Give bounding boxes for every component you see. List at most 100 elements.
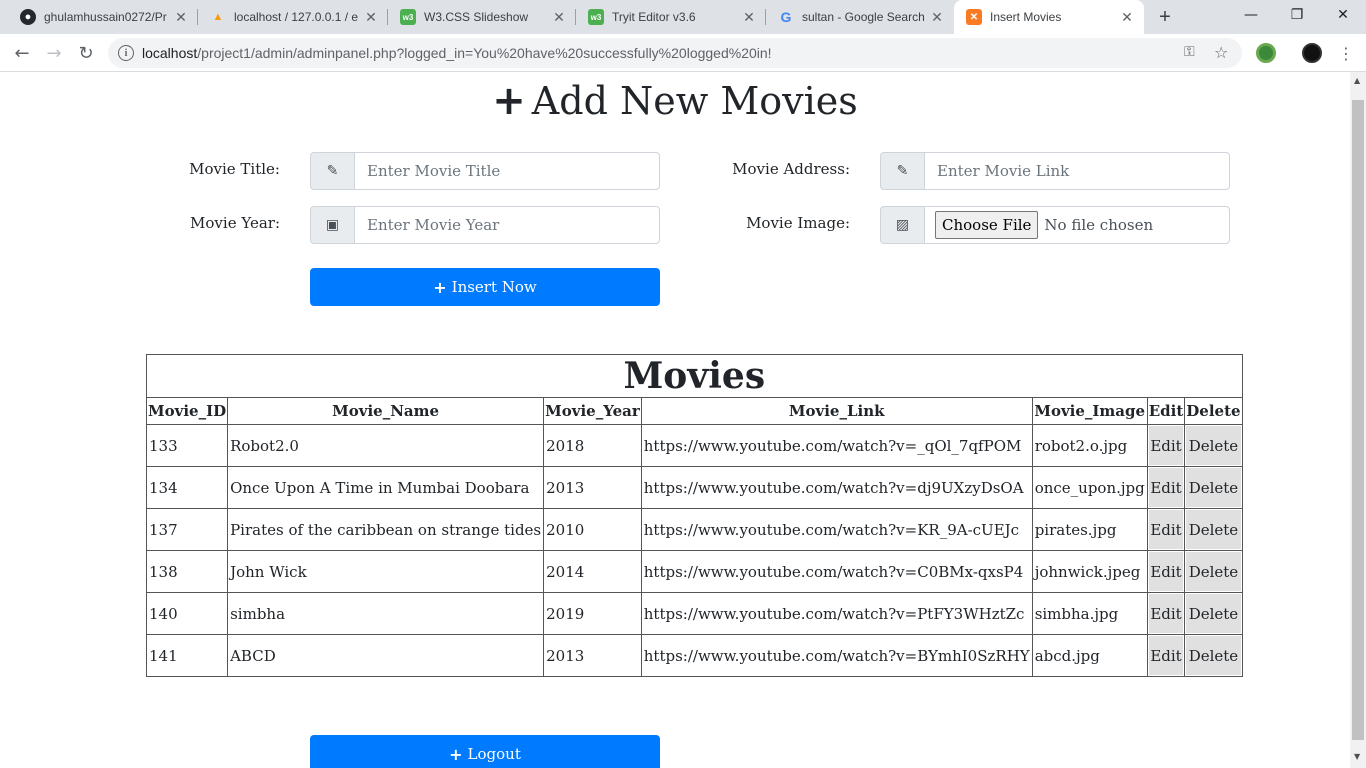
close-icon[interactable]: ✕	[928, 9, 946, 26]
close-window-button[interactable]: ✕	[1320, 0, 1366, 30]
cell-name: John Wick	[227, 550, 545, 593]
delete-button[interactable]: Delete	[1186, 594, 1241, 633]
info-icon[interactable]: i	[118, 45, 134, 61]
cell-image: abcd.jpg	[1031, 634, 1148, 677]
edit-button[interactable]: Edit	[1148, 510, 1184, 549]
cell-name: Once Upon A Time in Mumbai Doobara	[227, 466, 545, 509]
logout-button[interactable]: + Logout	[310, 735, 660, 768]
close-icon[interactable]: ✕	[740, 9, 758, 26]
table-row: 134 Once Upon A Time in Mumbai Doobara 2…	[145, 466, 1243, 509]
cell-image: robot2.o.jpg	[1031, 424, 1148, 467]
movies-table: Movies Movie_ID Movie_Name Movie_Year Mo…	[145, 354, 1243, 677]
browser-toolbar: ← → ↻ i localhost/project1/admin/adminpa…	[0, 34, 1366, 72]
scrollbar-thumb[interactable]	[1352, 100, 1364, 740]
extension-icon[interactable]	[1256, 43, 1276, 63]
browser-tab-bar: ● ghulamhussain0272/Pr ✕ ▲ localhost / 1…	[0, 0, 1366, 34]
movie-link-input[interactable]	[924, 152, 1230, 190]
menu-icon[interactable]: ⋮	[1332, 40, 1360, 66]
close-icon[interactable]: ✕	[550, 9, 568, 26]
phpmyadmin-icon: ▲	[212, 11, 224, 23]
url-path: /project1/admin/adminpanel.php?logged_in…	[197, 45, 772, 61]
tab-title: sultan - Google Search	[802, 10, 925, 24]
cell-image: pirates.jpg	[1031, 508, 1148, 551]
edit-button[interactable]: Edit	[1148, 468, 1184, 507]
movie-year-input[interactable]	[354, 206, 660, 244]
cell-link: https://www.youtube.com/watch?v=BYmhI0Sz…	[640, 634, 1033, 677]
page-title: + Add New Movies	[492, 78, 858, 124]
avatar[interactable]	[1302, 43, 1322, 63]
table-row: 140 simbha 2019 https://www.youtube.com/…	[145, 592, 1243, 635]
page-scrollbar[interactable]: ▲ ▼	[1350, 72, 1366, 768]
tab-title: W3.CSS Slideshow	[424, 10, 529, 24]
tab-google-search[interactable]: G sultan - Google Search ✕	[766, 0, 954, 34]
tab-github[interactable]: ● ghulamhussain0272/Pr ✕	[8, 0, 198, 34]
cell-link: https://www.youtube.com/watch?v=_qOl_7qf…	[640, 424, 1033, 467]
cell-year: 2018	[543, 424, 642, 467]
movie-year-group: ▣	[310, 206, 660, 244]
back-button[interactable]: ←	[8, 40, 36, 66]
header-movie-id: Movie_ID	[145, 397, 229, 425]
movie-address-label: Movie Address:	[732, 160, 850, 178]
tab-insert-movies[interactable]: ✕ Insert Movies ✕	[954, 0, 1144, 34]
reload-button[interactable]: ↻	[72, 40, 100, 66]
delete-button[interactable]: Delete	[1186, 510, 1241, 549]
cell-year: 2019	[543, 592, 642, 635]
scroll-down-icon[interactable]: ▼	[1354, 752, 1360, 761]
cell-link: https://www.youtube.com/watch?v=dj9UXzyD…	[640, 466, 1033, 509]
tab-title: ghulamhussain0272/Pr	[44, 10, 167, 24]
movie-image-file-input[interactable]: Choose File No file chosen	[924, 206, 1230, 244]
github-icon: ●	[20, 9, 36, 25]
minimize-button[interactable]: —	[1228, 0, 1274, 30]
header-delete: Delete	[1184, 397, 1243, 425]
movie-image-label: Movie Image:	[746, 214, 850, 232]
delete-button[interactable]: Delete	[1186, 636, 1241, 675]
close-icon[interactable]: ✕	[1118, 9, 1136, 26]
header-movie-name: Movie_Name	[227, 397, 545, 425]
cell-image: once_upon.jpg	[1031, 466, 1148, 509]
edit-icon: ✎	[310, 152, 354, 190]
close-icon[interactable]: ✕	[362, 9, 380, 26]
cell-name: ABCD	[227, 634, 545, 677]
key-icon[interactable]: ⚿	[1184, 44, 1195, 60]
edit-icon: ✎	[880, 152, 924, 190]
address-bar[interactable]: i localhost/project1/admin/adminpanel.ph…	[108, 38, 1242, 68]
delete-button[interactable]: Delete	[1186, 552, 1241, 591]
close-icon[interactable]: ✕	[172, 9, 190, 26]
url-text: localhost/project1/admin/adminpanel.php?…	[142, 45, 772, 61]
plus-icon: +	[492, 78, 526, 124]
image-icon: ▨	[880, 206, 924, 244]
edit-button[interactable]: Edit	[1148, 426, 1184, 465]
table-row: 138 John Wick 2014 https://www.youtube.c…	[145, 550, 1243, 593]
edit-button[interactable]: Edit	[1148, 594, 1184, 633]
header-edit: Edit	[1146, 397, 1186, 425]
cell-id: 134	[145, 466, 229, 509]
maximize-button[interactable]: ❐	[1274, 0, 1320, 30]
cell-link: https://www.youtube.com/watch?v=C0BMx-qx…	[640, 550, 1033, 593]
forward-button[interactable]: →	[40, 40, 68, 66]
tab-title: Tryit Editor v3.6	[612, 10, 696, 24]
table-header-row: Movie_ID Movie_Name Movie_Year Movie_Lin…	[145, 397, 1243, 425]
new-tab-button[interactable]: +	[1152, 0, 1178, 34]
delete-button[interactable]: Delete	[1186, 426, 1241, 465]
insert-now-button[interactable]: + Insert Now	[310, 268, 660, 306]
tab-tryit-editor[interactable]: w3 Tryit Editor v3.6 ✕	[576, 0, 766, 34]
tab-w3css-slideshow[interactable]: w3 W3.CSS Slideshow ✕	[388, 0, 576, 34]
tab-title: localhost / 127.0.0.1 / e	[234, 10, 359, 24]
no-file-text: No file chosen	[1044, 216, 1154, 234]
google-icon: G	[780, 9, 792, 25]
choose-file-button[interactable]: Choose File	[935, 211, 1039, 239]
tab-phpmyadmin[interactable]: ▲ localhost / 127.0.0.1 / e ✕	[198, 0, 388, 34]
cell-image: simbha.jpg	[1031, 592, 1148, 635]
cell-year: 2010	[543, 508, 642, 551]
table-row: 137 Pirates of the caribbean on strange …	[145, 508, 1243, 551]
cell-image: johnwick.jpeg	[1031, 550, 1148, 593]
money-icon: ▣	[310, 206, 354, 244]
edit-button[interactable]: Edit	[1148, 552, 1184, 591]
cell-link: https://www.youtube.com/watch?v=KR_9A-cU…	[640, 508, 1033, 551]
scroll-up-icon[interactable]: ▲	[1354, 76, 1360, 85]
edit-button[interactable]: Edit	[1148, 636, 1184, 675]
movie-title-input[interactable]	[354, 152, 660, 190]
cell-id: 133	[145, 424, 229, 467]
delete-button[interactable]: Delete	[1186, 468, 1241, 507]
star-icon[interactable]: ☆	[1214, 43, 1228, 62]
